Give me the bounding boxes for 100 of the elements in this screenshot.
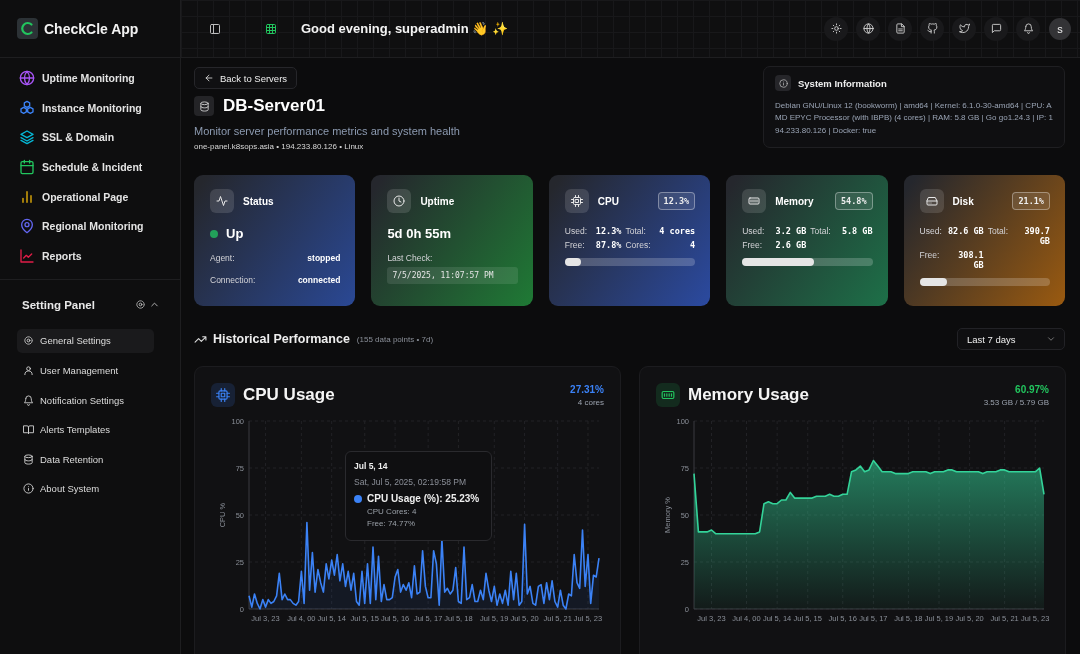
stat-label: Free: [564, 240, 586, 250]
data-points-note: (155 data points • 7d) [356, 334, 435, 344]
bell-icon [23, 394, 34, 406]
bird-button[interactable] [952, 16, 976, 41]
settings-item[interactable]: General Settings [17, 328, 154, 353]
nav-item[interactable]: SSL & Domain [0, 122, 172, 153]
server-name: DB-Server01 [223, 96, 326, 116]
nav-item[interactable]: Uptime Monitoring [0, 63, 172, 93]
document-icon [894, 23, 906, 34]
map-pin-icon [19, 218, 35, 235]
stat-label: Total: [987, 226, 1009, 236]
layers-icon [19, 129, 35, 146]
server-meta: one-panel.k8sops.asia • 194.233.80.126 • Linux [194, 142, 364, 151]
stat-label: Total: [625, 226, 647, 236]
percent-badge: 12.3% [657, 192, 696, 210]
field-value: stopped [307, 253, 341, 263]
panel-title: System Information [798, 77, 887, 89]
chevron-down-icon [1046, 334, 1056, 344]
percent-badge: 54.8% [835, 192, 873, 210]
stat-value: 2.6 GB [774, 240, 807, 250]
user-icon [23, 364, 34, 376]
database-icon [23, 453, 34, 465]
stat-value: 308.1 GB [957, 250, 984, 270]
stat-value: 4 cores [658, 226, 696, 236]
field-label: Connection: [210, 275, 256, 285]
stat-value: 5.8 GB [840, 226, 873, 236]
stat-value: 12.3% [594, 226, 622, 236]
range-select[interactable]: Last 7 days [957, 328, 1065, 350]
chat-icon [990, 23, 1002, 34]
nav-item[interactable]: Operational Page [0, 181, 172, 212]
card-title: Disk [952, 195, 975, 207]
greeting: Good evening, superadmin 👋 ✨ [301, 21, 508, 36]
info-icon [23, 483, 34, 495]
field-label: Agent: [210, 253, 235, 263]
sun-icon [830, 23, 842, 34]
nav-item[interactable]: Reports [0, 241, 172, 271]
tooltip-value: CPU Usage (%): 25.23% [367, 493, 480, 504]
timestamp: 7/5/2025, 11:07:57 PM [387, 267, 518, 284]
settings-item[interactable]: User Management [17, 358, 154, 383]
document-button[interactable] [888, 16, 912, 41]
globe-icon [862, 23, 874, 34]
tooltip-line: CPU Cores: 4 [366, 507, 418, 516]
memory-icon [748, 195, 761, 207]
stat-value: 3.2 GB [774, 226, 807, 236]
page-description: Monitor server performance metrics and system health [194, 125, 460, 137]
card-title: Status [243, 195, 275, 207]
back-button[interactable]: Back to Servers [194, 67, 298, 89]
chip-icon [570, 195, 583, 207]
tooltip-title: Jul 5, 14 [354, 461, 389, 471]
stat-label: Used: [742, 226, 766, 236]
clock-icon [393, 195, 406, 207]
memory-icon [661, 388, 675, 402]
bird-icon [958, 23, 970, 34]
globe-icon [19, 69, 35, 86]
stat-value: 87.8% [594, 240, 622, 250]
stat-value: 82.6 GB [946, 226, 984, 236]
grid-icon [265, 22, 277, 35]
cat-icon [926, 23, 938, 34]
section-title: Historical Performance [213, 332, 350, 346]
calendar-icon [19, 158, 35, 175]
chip-icon [216, 388, 230, 402]
field-label: Last Check: [387, 253, 434, 263]
stat-label: Free: [919, 250, 941, 260]
nav-item[interactable]: Schedule & Incident [0, 152, 172, 182]
bell-button[interactable] [1016, 16, 1040, 41]
uptime-value: 5d 0h 55m [387, 226, 451, 241]
cat-button[interactable] [920, 16, 944, 41]
settings-item[interactable]: Alerts Templates [17, 417, 154, 442]
stat-label: Cores: [625, 240, 652, 250]
stat-label: Total: [810, 226, 832, 236]
arrow-left-icon [204, 73, 214, 83]
chart-title: CPU Usage [243, 385, 336, 405]
user-avatar[interactable]: s [1049, 17, 1071, 40]
stat-value: 4 [689, 240, 696, 250]
card-title: Memory [775, 195, 815, 207]
settings-item[interactable]: Data Retention [17, 447, 154, 472]
settings-icon [135, 299, 146, 311]
card-title: CPU [597, 195, 620, 207]
nav-item[interactable]: Instance Monitoring [0, 92, 172, 123]
chat-button[interactable] [984, 16, 1008, 41]
panel-icon [209, 22, 221, 35]
book-icon [23, 424, 34, 436]
settings-icon [23, 335, 34, 347]
nav-item[interactable]: Regional Monitoring [0, 211, 172, 242]
settings-item[interactable]: Notification Settings [17, 388, 154, 412]
field-value: connected [297, 275, 341, 285]
sun-button[interactable] [824, 16, 848, 41]
stat-label: Used: [919, 226, 942, 236]
line-chart-icon [19, 247, 35, 264]
settings-item[interactable]: About System [17, 476, 154, 501]
globe-button[interactable] [856, 16, 880, 41]
pulse-icon [216, 195, 228, 207]
bar-chart-icon [19, 188, 35, 205]
tooltip-line: Free: 74.77% [366, 519, 417, 528]
percent-badge: 21.1% [1012, 192, 1050, 210]
current-value: 27.31% [570, 383, 604, 395]
tooltip-date: Sat, Jul 5, 2025, 02:19:58 PM [354, 477, 467, 487]
chart-title: Memory Usage [688, 385, 810, 405]
stat-label: Used: [564, 226, 588, 236]
app-name: CheckCle App [44, 20, 139, 37]
